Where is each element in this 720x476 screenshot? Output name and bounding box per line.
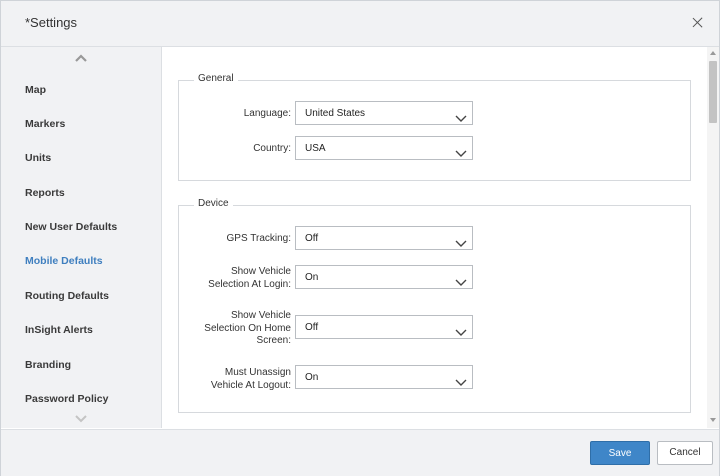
show-vehicle-home-label: Show Vehicle Selection On Home Screen: (178, 310, 291, 348)
dialog-footer: Save Cancel (1, 429, 719, 476)
gps-tracking-select[interactable]: Off (295, 226, 473, 250)
chevron-down-icon (455, 374, 467, 386)
scrollbar-thumb[interactable] (709, 61, 717, 123)
show-vehicle-home-select[interactable]: Off (295, 315, 473, 339)
chevron-down-icon (455, 324, 467, 336)
general-group (178, 80, 691, 181)
must-unassign-label: Must Unassign Vehicle At Logout: (178, 367, 291, 392)
sidebar-item-routing-defaults[interactable]: Routing Defaults (25, 290, 109, 302)
scroll-up-arrow-icon[interactable] (710, 51, 716, 55)
show-vehicle-home-value: Off (305, 322, 319, 333)
chevron-down-icon[interactable] (74, 414, 88, 424)
settings-content: General Language: United States Country:… (162, 47, 707, 428)
country-select[interactable]: USA (295, 136, 473, 160)
chevron-down-icon (455, 145, 467, 157)
sidebar-item-map[interactable]: Map (25, 84, 46, 96)
show-vehicle-login-label: Show Vehicle Selection At Login: (178, 266, 291, 291)
language-label: Language: (243, 108, 291, 119)
show-vehicle-login-select[interactable]: On (295, 265, 473, 289)
language-select[interactable]: United States (295, 101, 473, 125)
label-line: Must Unassign (224, 367, 291, 378)
sidebar-item-mobile-defaults[interactable]: Mobile Defaults (25, 255, 103, 267)
dialog-header: *Settings (1, 1, 719, 47)
sidebar-item-markers[interactable]: Markers (25, 118, 65, 130)
content-scrollbar[interactable] (707, 47, 719, 428)
chevron-down-icon (455, 235, 467, 247)
cancel-button[interactable]: Cancel (657, 441, 713, 465)
sidebar-item-password-policy[interactable]: Password Policy (25, 393, 108, 405)
gps-tracking-value: Off (305, 233, 319, 244)
general-legend: General (194, 73, 238, 84)
sidebar-item-branding[interactable]: Branding (25, 359, 71, 371)
close-icon[interactable] (690, 15, 706, 31)
label-line: Show Vehicle (230, 266, 291, 277)
label-line: Show Vehicle (230, 310, 291, 321)
chevron-up-icon[interactable] (74, 53, 88, 63)
dialog-title: *Settings (25, 15, 78, 30)
settings-sidebar: Map Markers Units Reports New User Defau… (1, 47, 162, 428)
sidebar-item-units[interactable]: Units (25, 152, 51, 164)
scroll-down-arrow-icon[interactable] (710, 418, 716, 422)
label-line: Selection At Login: (208, 278, 291, 290)
settings-dialog: *Settings Map Markers Units Reports New … (0, 0, 720, 476)
sidebar-item-new-user-defaults[interactable]: New User Defaults (25, 221, 117, 233)
must-unassign-select[interactable]: On (295, 365, 473, 389)
country-label: Country: (253, 143, 291, 154)
language-value: United States (305, 108, 366, 119)
sidebar-item-reports[interactable]: Reports (25, 187, 65, 199)
save-button[interactable]: Save (590, 441, 650, 465)
device-legend: Device (194, 198, 233, 209)
chevron-down-icon (455, 274, 467, 286)
show-vehicle-login-value: On (305, 272, 319, 283)
label-line: Selection On Home (204, 322, 291, 334)
sidebar-item-insight-alerts[interactable]: InSight Alerts (25, 324, 93, 336)
chevron-down-icon (455, 110, 467, 122)
label-line: Vehicle At Logout: (210, 379, 291, 391)
country-value: USA (305, 143, 326, 154)
must-unassign-value: On (305, 372, 319, 383)
gps-tracking-label: GPS Tracking: (226, 233, 291, 244)
label-line: Screen: (256, 335, 291, 346)
